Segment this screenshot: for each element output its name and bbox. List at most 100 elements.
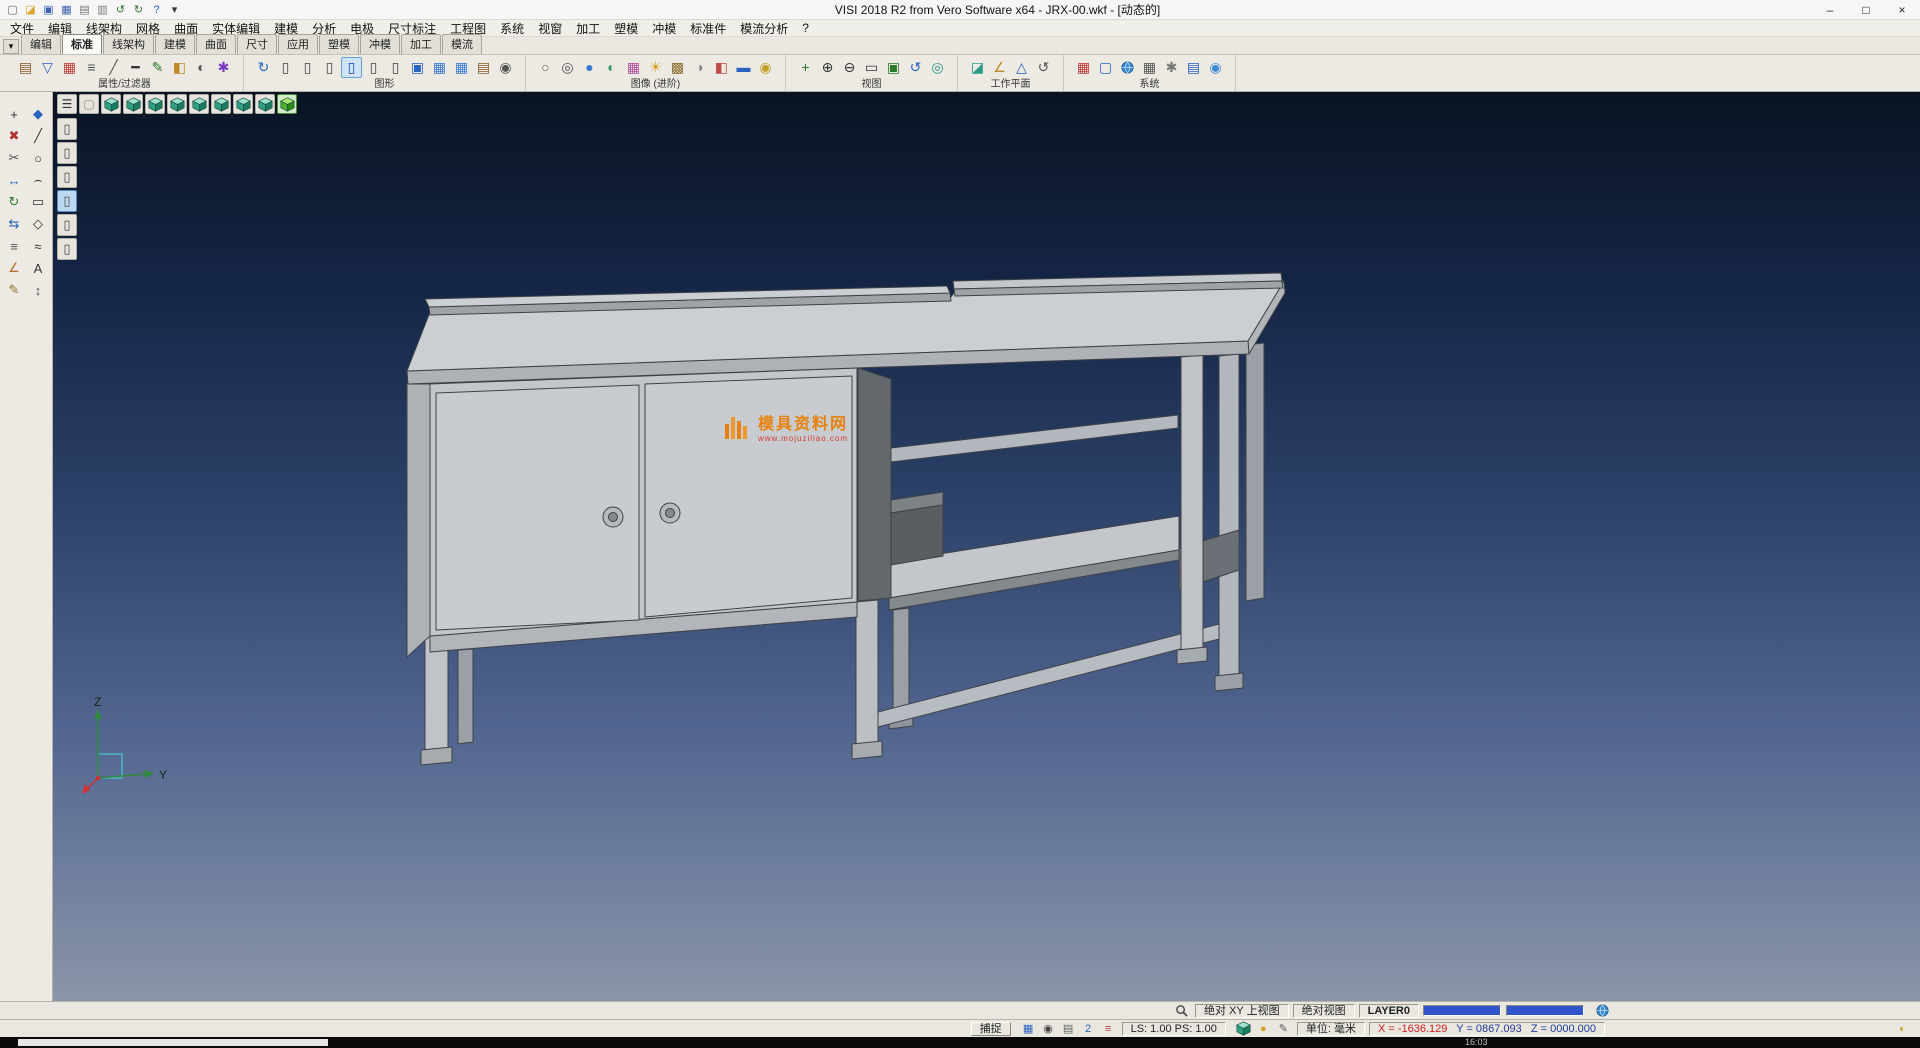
back-view-icon[interactable] bbox=[211, 94, 231, 114]
display-settings-icon[interactable]: ▢ bbox=[1095, 57, 1116, 78]
menu-item[interactable]: 视窗 bbox=[531, 20, 569, 37]
previous-view-icon[interactable]: ↺ bbox=[905, 57, 926, 78]
rectangle-icon[interactable]: ▭ bbox=[27, 192, 49, 212]
new-sheet-icon[interactable]: ▯ bbox=[275, 57, 296, 78]
workplane-reset-icon[interactable]: ↺ bbox=[1033, 57, 1054, 78]
attributes-icon[interactable]: ▤ bbox=[15, 57, 36, 78]
dimension-icon[interactable]: ↕ bbox=[27, 280, 49, 300]
match-properties-icon[interactable]: ✎ bbox=[147, 57, 168, 78]
workplane-icon[interactable]: ◪ bbox=[967, 57, 988, 78]
sheet-3-icon[interactable]: ▯ bbox=[363, 57, 384, 78]
workplane-3pt-icon[interactable]: △ bbox=[1011, 57, 1032, 78]
zoom-out-icon[interactable]: ⊖ bbox=[839, 57, 860, 78]
multi-sheet-icon[interactable]: ▣ bbox=[407, 57, 428, 78]
color-list-icon[interactable]: ≡ bbox=[1100, 1021, 1117, 1036]
clip-tool-1-icon[interactable]: ▯ bbox=[57, 118, 77, 140]
erase-icon[interactable]: ✖ bbox=[3, 126, 25, 146]
world-icon[interactable] bbox=[1117, 57, 1138, 78]
capture-icon[interactable]: ◉ bbox=[495, 57, 516, 78]
save-icon[interactable]: ▣ bbox=[40, 2, 57, 18]
pan-icon[interactable]: + bbox=[795, 57, 816, 78]
close-button[interactable]: × bbox=[1884, 0, 1920, 19]
clip-tool-3-icon[interactable]: ▯ bbox=[57, 166, 77, 188]
linetype-icon[interactable]: ╱ bbox=[103, 57, 124, 78]
clip-tool-4-icon[interactable]: ▯ bbox=[57, 190, 77, 212]
menu-item[interactable]: 加工 bbox=[569, 20, 607, 37]
arc-icon[interactable]: ⌢ bbox=[27, 170, 49, 190]
filter-icon[interactable]: ▽ bbox=[37, 57, 58, 78]
absolute-view-readout[interactable]: 绝对视图 bbox=[1293, 1004, 1355, 1018]
zoom-window-icon[interactable]: ▭ bbox=[861, 57, 882, 78]
top-view-icon[interactable] bbox=[145, 94, 165, 114]
wireframe-icon[interactable]: ○ bbox=[535, 57, 556, 78]
options-icon[interactable]: ✱ bbox=[1161, 57, 1182, 78]
axis-cube-icon[interactable] bbox=[1235, 1021, 1252, 1036]
info-icon[interactable]: ◉ bbox=[1205, 57, 1226, 78]
materials-icon[interactable]: ▦ bbox=[623, 57, 644, 78]
front-view-icon[interactable] bbox=[123, 94, 143, 114]
bottom-view-icon[interactable] bbox=[233, 94, 253, 114]
zoom-fit-icon[interactable]: ▣ bbox=[883, 57, 904, 78]
clip-tool-2-icon[interactable]: ▯ bbox=[57, 142, 77, 164]
layer-color-bar-1[interactable] bbox=[1423, 1005, 1501, 1016]
paint-attributes-icon[interactable]: ◧ bbox=[169, 57, 190, 78]
rotate-icon[interactable]: ↻ bbox=[3, 192, 25, 212]
shaded-view-icon[interactable] bbox=[277, 94, 297, 114]
rendered-icon[interactable]: ◐ bbox=[601, 57, 622, 78]
palette-icon[interactable]: ▦ bbox=[1073, 57, 1094, 78]
active-layer-readout[interactable]: LAYER0 bbox=[1359, 1004, 1419, 1018]
axono-view-icon[interactable] bbox=[255, 94, 275, 114]
workplane-angle-icon[interactable]: ∠ bbox=[989, 57, 1010, 78]
polygon-icon[interactable]: ◇ bbox=[27, 214, 49, 234]
plot-icon[interactable]: ▥ bbox=[94, 2, 111, 18]
mirror-icon[interactable]: ⇆ bbox=[3, 214, 25, 234]
view-2d-icon[interactable]: ▢ bbox=[79, 94, 99, 114]
sheet-4-icon[interactable]: ▯ bbox=[385, 57, 406, 78]
view-menu-icon[interactable]: ☰ bbox=[57, 94, 77, 114]
active-sheet-icon[interactable]: ▯ bbox=[341, 57, 362, 78]
left-view-icon[interactable] bbox=[189, 94, 209, 114]
tab-4[interactable]: 曲面 bbox=[196, 34, 236, 54]
ambient-light-icon[interactable]: ◐ bbox=[1894, 1021, 1911, 1036]
snap-grid-icon[interactable]: ▦ bbox=[1020, 1021, 1037, 1036]
menu-item[interactable]: 模流分析 bbox=[733, 20, 795, 37]
menu-item[interactable]: 系统 bbox=[493, 20, 531, 37]
tab-2[interactable]: 线架构 bbox=[103, 34, 154, 54]
section-view-icon[interactable]: ◧ bbox=[711, 57, 732, 78]
cad-link-icon[interactable]: ▦ bbox=[429, 57, 450, 78]
sheet-2-icon[interactable]: ▯ bbox=[319, 57, 340, 78]
right-view-icon[interactable] bbox=[167, 94, 187, 114]
tab-dropdown-icon[interactable]: ▾ bbox=[3, 39, 19, 54]
clip-tool-6-icon[interactable]: ▯ bbox=[57, 238, 77, 260]
tab-10[interactable]: 模流 bbox=[442, 34, 482, 54]
open-folder-icon[interactable]: ◪ bbox=[22, 2, 39, 18]
redo-icon[interactable]: ↻ bbox=[130, 2, 147, 18]
lineweight-icon[interactable]: ━ bbox=[125, 57, 146, 78]
grid-settings-icon[interactable]: ▦ bbox=[1139, 57, 1160, 78]
menu-item[interactable]: 塑模 bbox=[607, 20, 645, 37]
clip-tool-5-icon[interactable]: ▯ bbox=[57, 214, 77, 236]
select-icon[interactable]: + bbox=[3, 104, 25, 124]
transparency-icon[interactable]: ◑ bbox=[689, 57, 710, 78]
filter-settings-icon[interactable]: ✱ bbox=[213, 57, 234, 78]
spline-icon[interactable]: ≈ bbox=[27, 236, 49, 256]
trim-icon[interactable]: ✂ bbox=[3, 148, 25, 168]
layer-filter-icon[interactable]: ≡ bbox=[81, 57, 102, 78]
tab-1[interactable]: 标准 bbox=[62, 34, 102, 54]
edit-mode-icon[interactable]: ✎ bbox=[1275, 1021, 1292, 1036]
move-icon[interactable]: ↔ bbox=[3, 170, 25, 190]
hidden-line-icon[interactable]: ◎ bbox=[557, 57, 578, 78]
measure-icon[interactable]: ∠ bbox=[3, 258, 25, 278]
circle-icon[interactable]: ○ bbox=[27, 148, 49, 168]
qat-dropdown-icon[interactable]: ▾ bbox=[166, 2, 183, 18]
menu-item[interactable]: 标准件 bbox=[683, 20, 733, 37]
print-icon[interactable]: ▤ bbox=[76, 2, 93, 18]
zoom-in-icon[interactable]: ⊕ bbox=[817, 57, 838, 78]
tab-9[interactable]: 加工 bbox=[401, 34, 441, 54]
layers-icon[interactable]: ≡ bbox=[3, 236, 25, 256]
cad-box-icon[interactable]: ▦ bbox=[451, 57, 472, 78]
help-icon[interactable]: ? bbox=[148, 2, 165, 18]
two-views-icon[interactable]: 2 bbox=[1080, 1021, 1097, 1036]
menu-item[interactable]: ? bbox=[795, 21, 816, 35]
mask-icon[interactable]: ◐ bbox=[191, 57, 212, 78]
